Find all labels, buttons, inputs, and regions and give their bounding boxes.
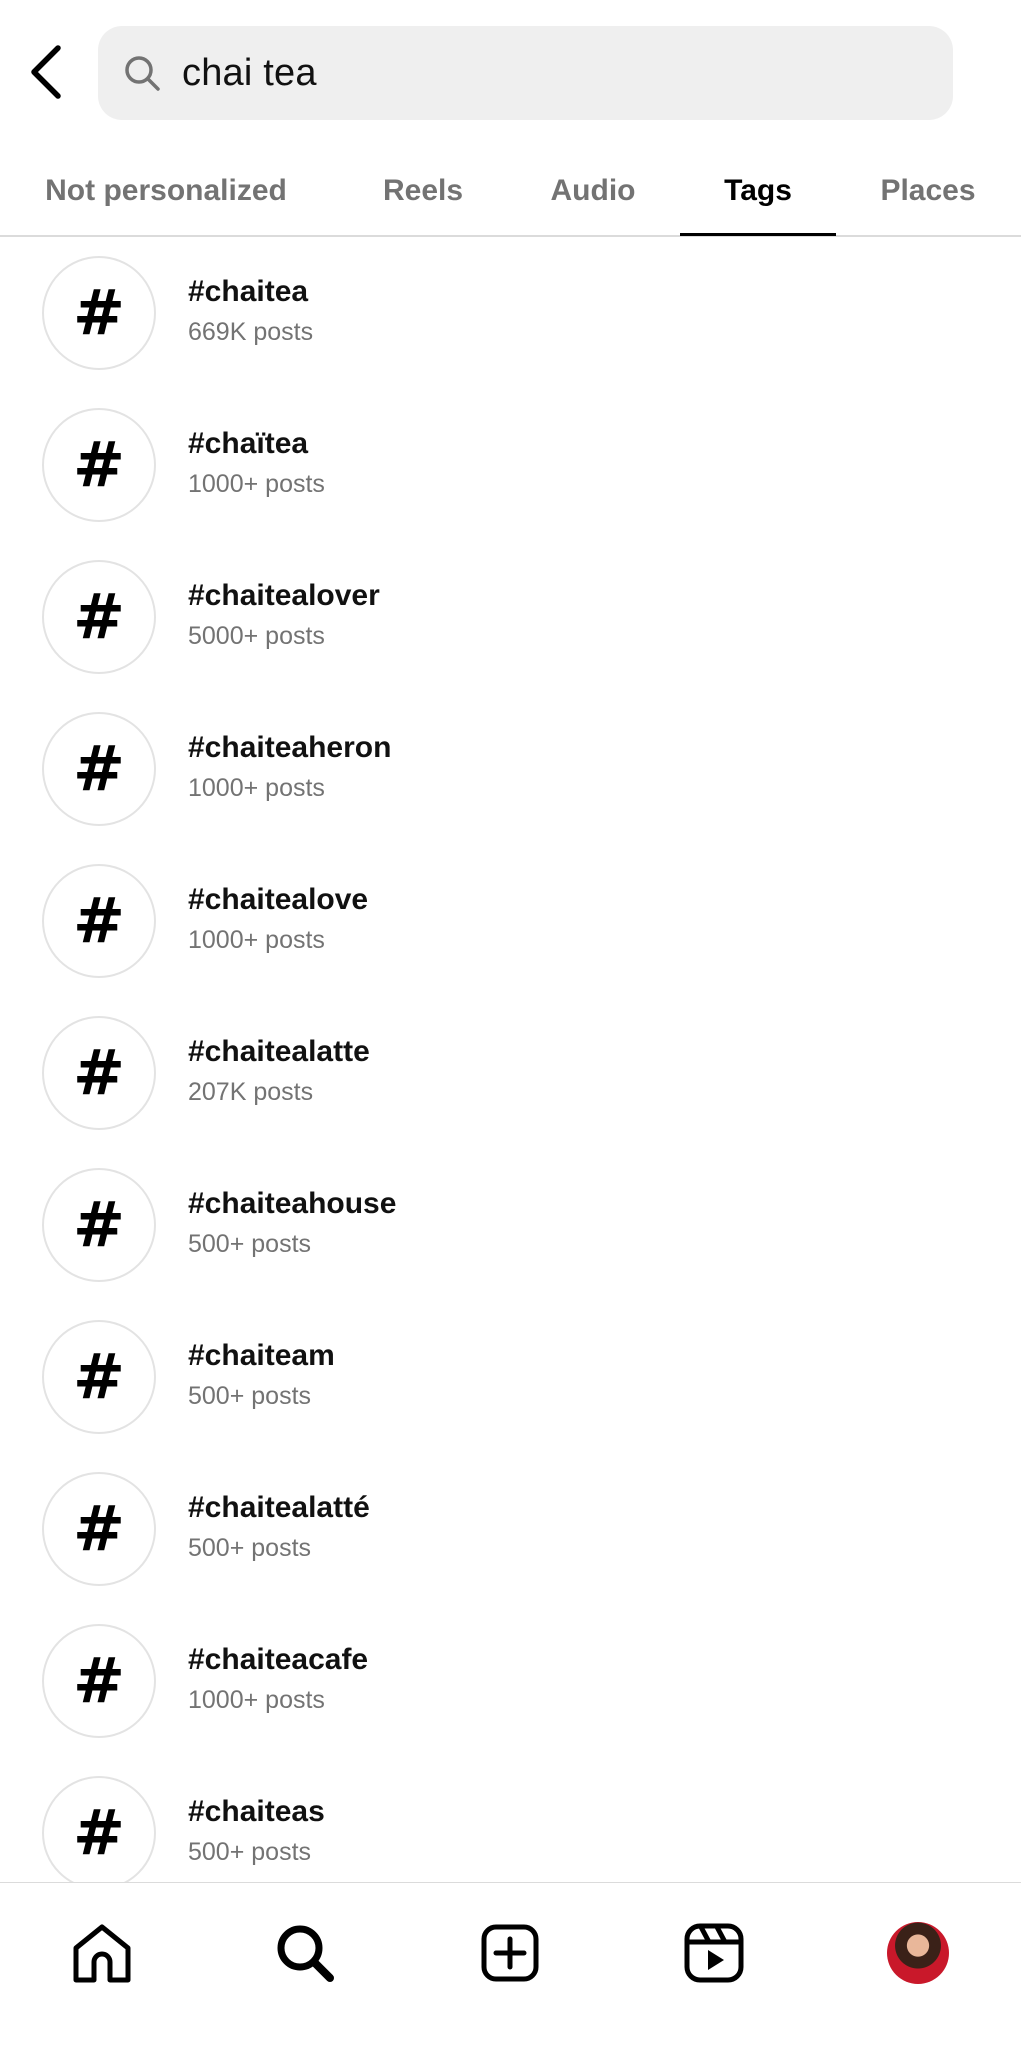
avatar	[887, 1922, 949, 1984]
list-item[interactable]: # #chaitealove 1000+ posts	[0, 845, 1021, 997]
tab-reels[interactable]: Reels	[356, 145, 490, 237]
reels-icon	[684, 1923, 744, 1983]
chevron-left-icon	[31, 45, 61, 99]
search-tabs: Not personalized Reels Audio Tags Places	[0, 145, 1021, 237]
list-item[interactable]: # #chaiteahouse 500+ posts	[0, 1149, 1021, 1301]
hashtag-icon: #	[42, 1624, 156, 1738]
list-item[interactable]: # #chaitealover 5000+ posts	[0, 541, 1021, 693]
tab-tags[interactable]: Tags	[680, 145, 836, 237]
hashtag-icon: #	[42, 256, 156, 370]
search-icon	[122, 53, 162, 93]
tag-name: #chaiteacafe	[188, 1643, 369, 1676]
back-button[interactable]	[18, 36, 74, 108]
post-count: 5000+ posts	[188, 622, 325, 650]
hashtag-icon: #	[42, 1168, 156, 1282]
post-count: 1000+ posts	[188, 774, 325, 802]
active-tab-indicator	[680, 233, 836, 236]
post-count: 500+ posts	[188, 1230, 312, 1258]
hashtag-icon: #	[42, 864, 156, 978]
tag-name: #chaïtea	[188, 427, 309, 460]
hashtag-icon: #	[42, 1016, 156, 1130]
tag-name: #chaitealove	[188, 883, 369, 916]
tag-name: #chaiteaheron	[188, 731, 392, 764]
tag-name: #chaiteas	[188, 1795, 325, 1828]
nav-reels-button[interactable]	[674, 1913, 754, 1993]
nav-create-button[interactable]	[470, 1913, 550, 1993]
tag-name: #chaiteam	[188, 1339, 335, 1372]
hashtag-icon: #	[42, 712, 156, 826]
tag-name: #chaitealatte	[188, 1035, 370, 1068]
post-count: 500+ posts	[188, 1382, 312, 1410]
post-count: 1000+ posts	[188, 470, 325, 498]
list-item[interactable]: # #chaitea 669K posts	[0, 237, 1021, 389]
post-count: 500+ posts	[188, 1838, 312, 1866]
search-header: chai tea	[0, 0, 1021, 145]
tag-name: #chaiteahouse	[188, 1187, 397, 1220]
hashtag-icon: #	[42, 1776, 156, 1882]
list-item[interactable]: # #chaiteaheron 1000+ posts	[0, 693, 1021, 845]
post-count: 1000+ posts	[188, 926, 325, 954]
hashtag-icon: #	[42, 1320, 156, 1434]
home-icon	[73, 1924, 131, 1983]
nav-explore-button[interactable]	[265, 1913, 345, 1993]
tab-not-personalized[interactable]: Not personalized	[18, 145, 314, 237]
post-count: 669K posts	[188, 318, 314, 346]
list-item[interactable]: # #chaitealatte 207K posts	[0, 997, 1021, 1149]
list-item[interactable]: # #chaiteam 500+ posts	[0, 1301, 1021, 1453]
hashtag-icon: #	[42, 1472, 156, 1586]
list-item[interactable]: # #chaiteas 500+ posts	[0, 1757, 1021, 1882]
nav-profile-button[interactable]	[878, 1913, 958, 1993]
post-count: 500+ posts	[188, 1534, 312, 1562]
tag-name: #chaitealatté	[188, 1491, 370, 1524]
list-item[interactable]: # #chaïtea 1000+ posts	[0, 389, 1021, 541]
search-input[interactable]: chai tea	[98, 26, 953, 120]
search-icon	[277, 1925, 334, 1982]
tab-places[interactable]: Places	[866, 145, 990, 237]
tag-name: #chaitealover	[188, 579, 380, 612]
post-count: 1000+ posts	[188, 1686, 325, 1714]
plus-square-icon	[481, 1924, 539, 1982]
nav-home-button[interactable]	[62, 1913, 142, 1993]
search-query-text: chai tea	[182, 51, 317, 94]
tag-results-list: # #chaitea 669K posts # #chaïtea 1000+ p…	[0, 237, 1021, 1882]
post-count: 207K posts	[188, 1078, 314, 1106]
tag-name: #chaitea	[188, 275, 309, 308]
list-item[interactable]: # #chaiteacafe 1000+ posts	[0, 1605, 1021, 1757]
hashtag-icon: #	[42, 408, 156, 522]
hashtag-icon: #	[42, 560, 156, 674]
tab-audio[interactable]: Audio	[530, 145, 656, 237]
bottom-nav-bar	[0, 1882, 1021, 2048]
list-item[interactable]: # #chaitealatté 500+ posts	[0, 1453, 1021, 1605]
